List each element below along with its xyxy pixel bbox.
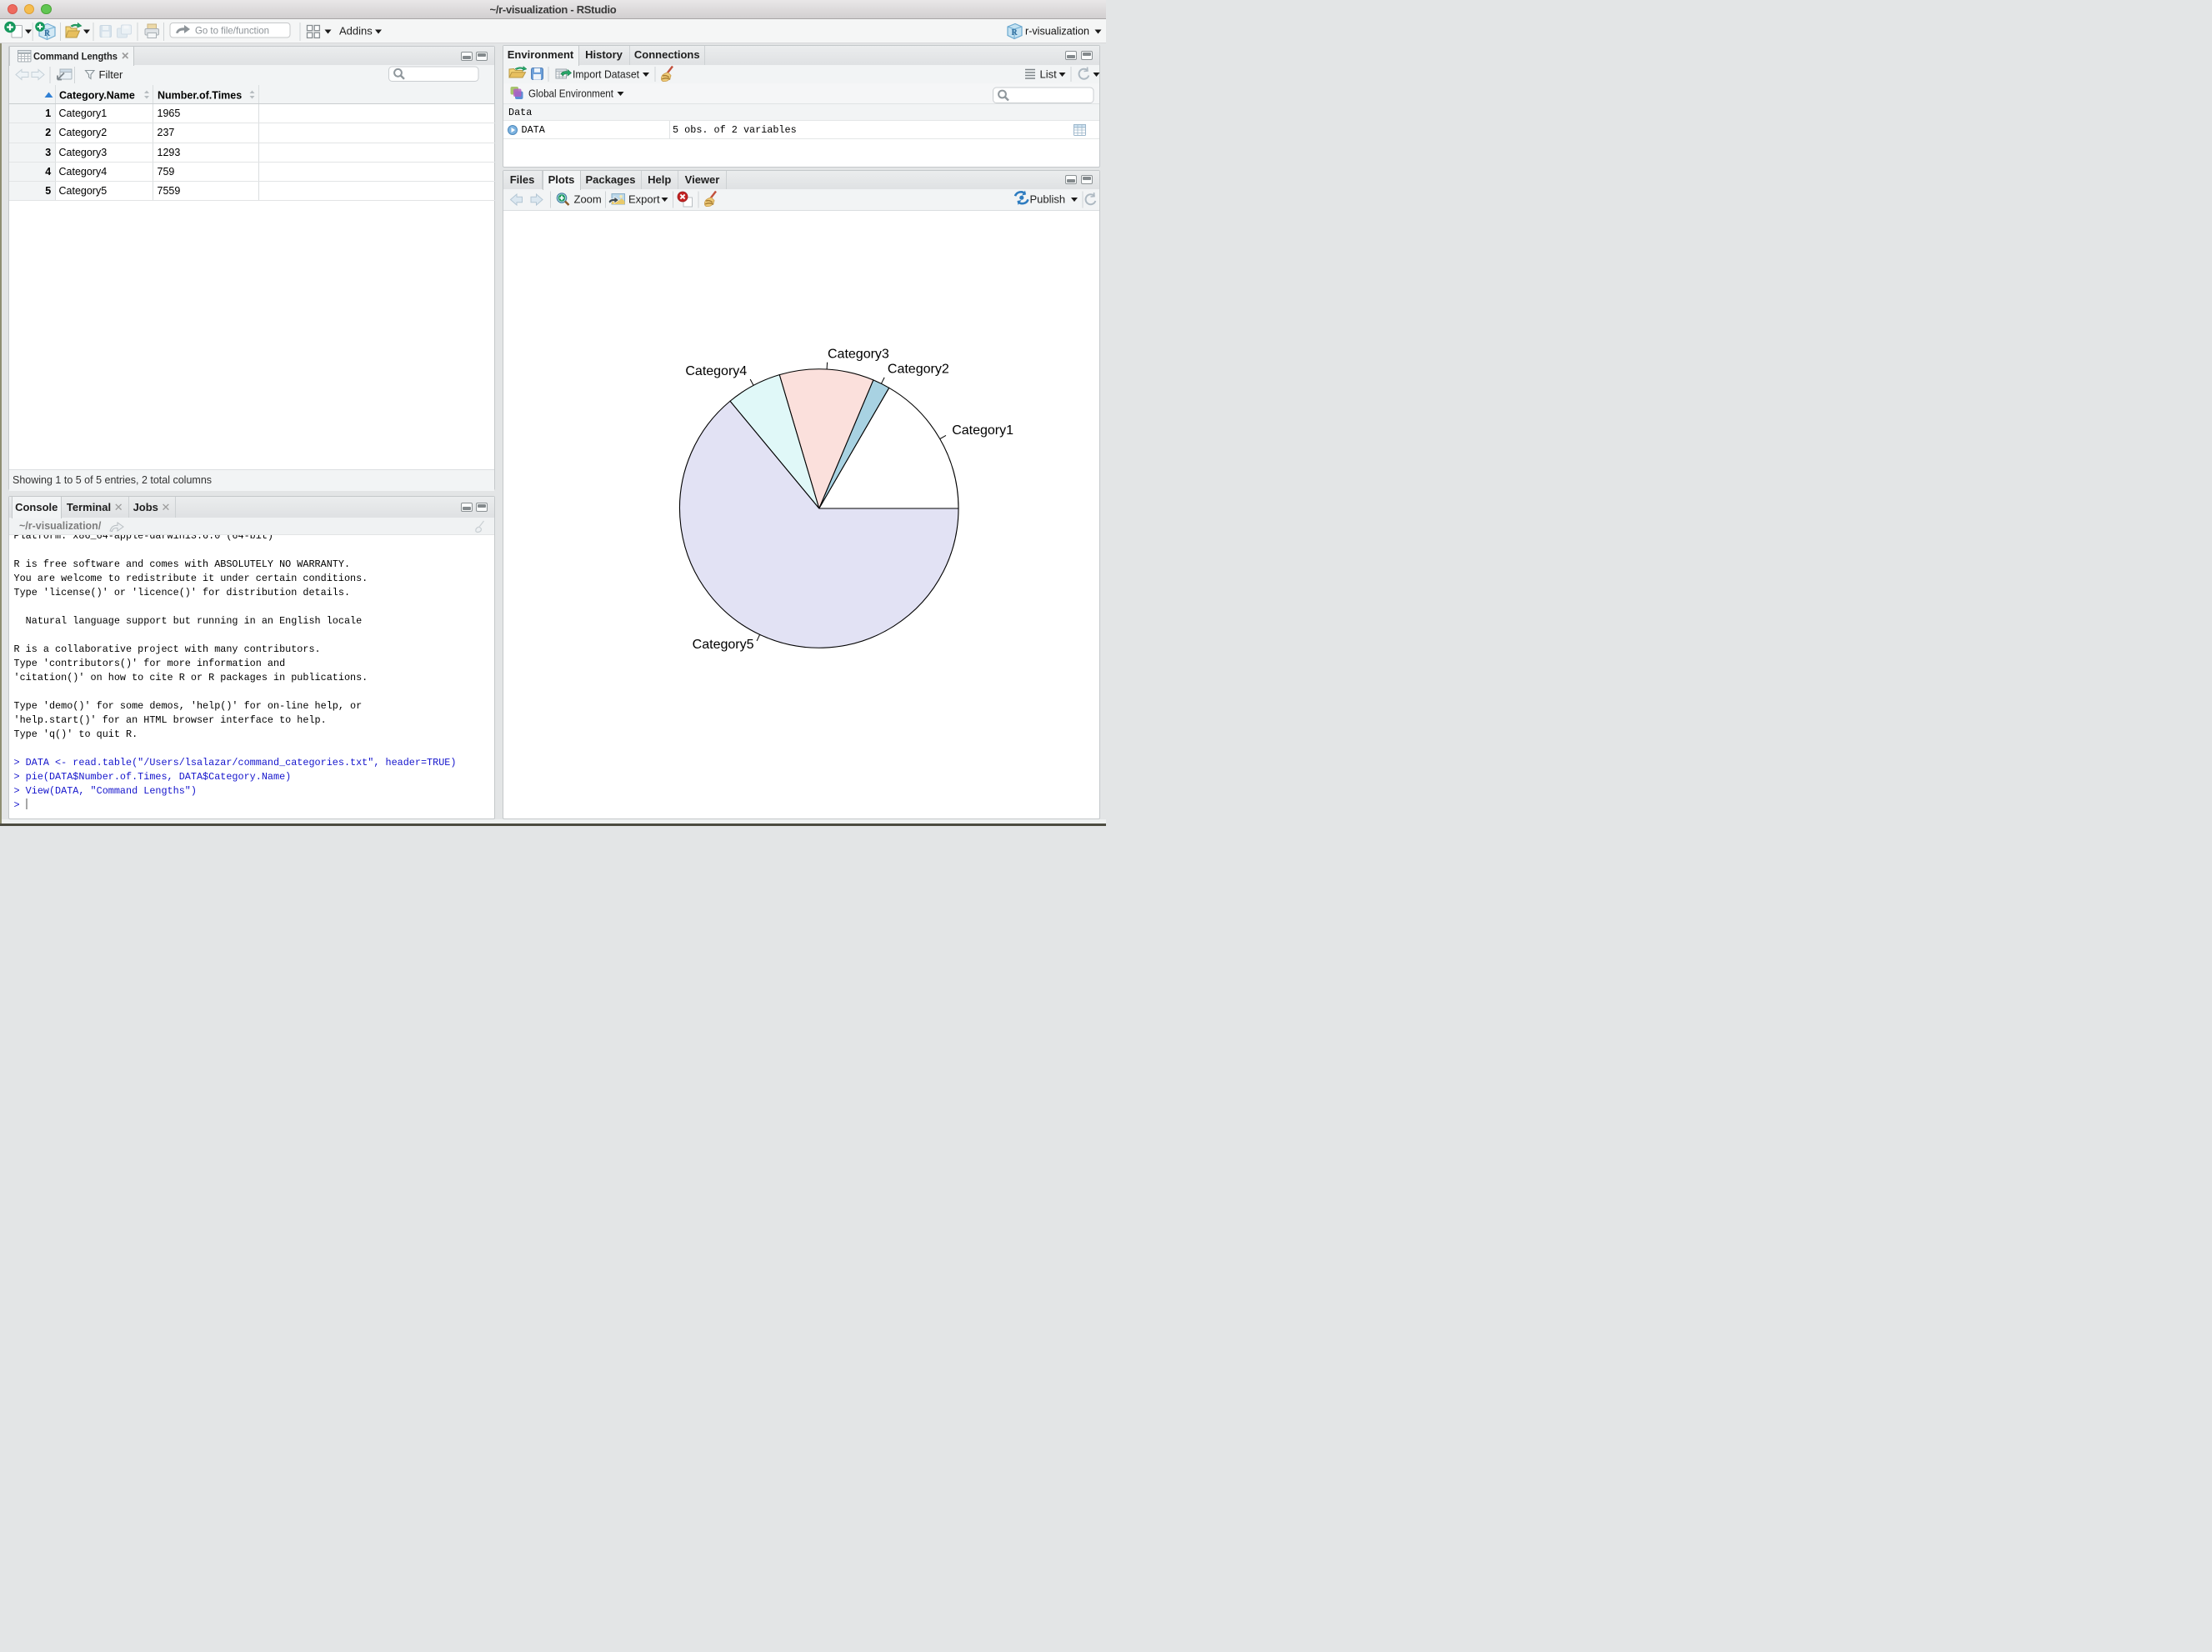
svg-text:List: List [1039,68,1057,80]
svg-text:Go to file/function: Go to file/function [195,24,269,36]
svg-text:Category1: Category1 [952,423,1013,438]
svg-text:Export: Export [628,193,660,205]
svg-text:R: R [44,29,51,38]
svg-text:Category3: Category3 [828,347,889,361]
svg-text:r-visualization: r-visualization [1025,24,1089,37]
svg-text:Command Lengths: Command Lengths [33,50,118,62]
svg-text:Category2: Category2 [887,362,948,376]
svg-text:Filter: Filter [98,68,123,81]
svg-text:Global Environment: Global Environment [528,87,613,99]
svg-text:Import Dataset: Import Dataset [573,68,639,80]
svg-text:Category5: Category5 [692,637,753,651]
svg-text:Number.of.Times: Number.of.Times [158,89,242,101]
svg-text:Category4: Category4 [685,364,747,378]
svg-text:Category.Name: Category.Name [59,89,135,101]
svg-text:Addins: Addins [339,24,373,37]
svg-text:Publish: Publish [1029,193,1065,205]
svg-text:Zoom: Zoom [573,193,601,205]
svg-text:R: R [1012,28,1018,38]
